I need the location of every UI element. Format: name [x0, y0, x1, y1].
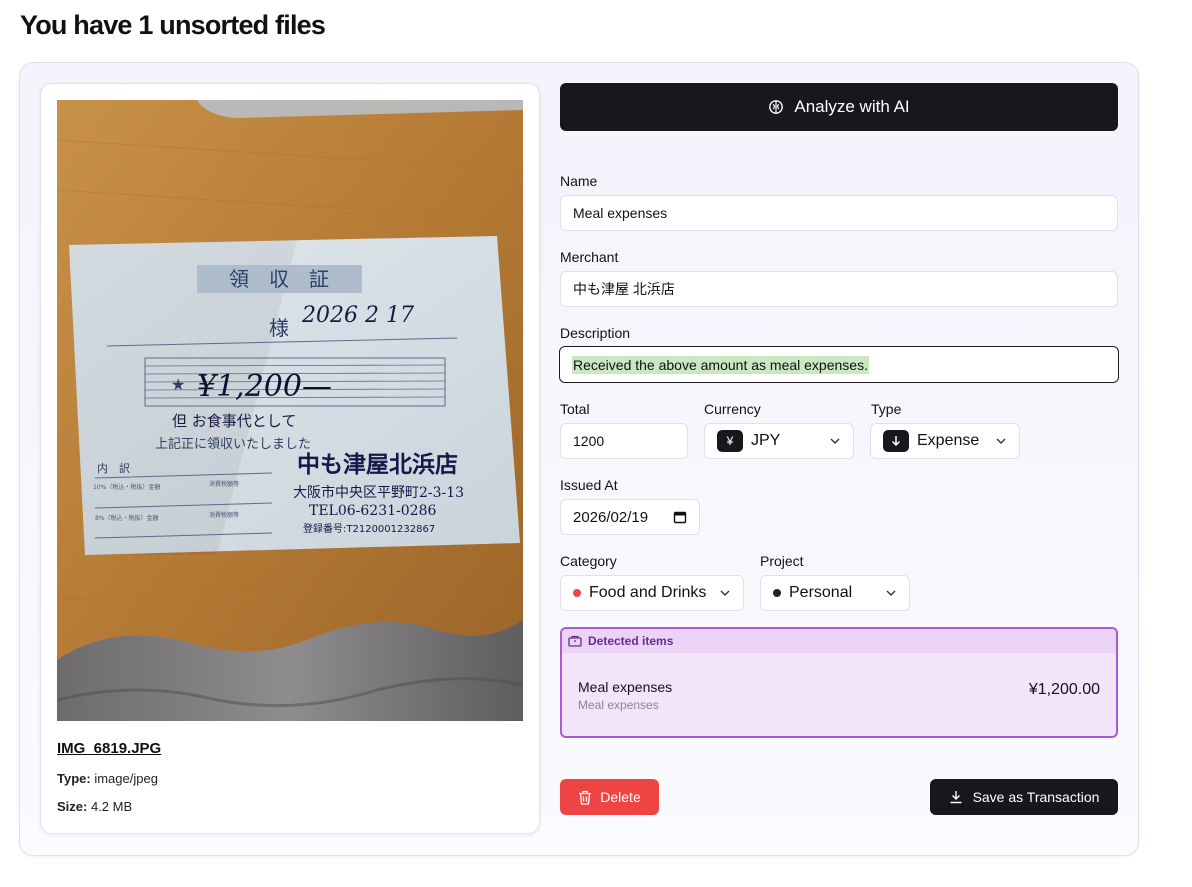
file-type: Type: image/jpeg [57, 771, 158, 786]
analyze-label: Analyze with AI [794, 97, 910, 116]
chevron-down-icon [886, 590, 896, 596]
delete-button[interactable]: Delete [560, 779, 659, 815]
issued-at-value: 2026/02/19 [573, 508, 649, 526]
category-select[interactable]: Food and Drinks [560, 575, 744, 611]
receipt-address: 大阪市中央区平野町2-3-13 [293, 484, 464, 501]
save-label: Save as Transaction [972, 789, 1100, 805]
project-label: Project [760, 553, 804, 569]
merchant-input[interactable]: 中も津屋 北浜店 [560, 271, 1118, 307]
description-input[interactable]: Received the above amount as meal expens… [559, 346, 1119, 383]
detected-items-header: Detected items [562, 629, 1116, 653]
file-type-value: image/jpeg [94, 771, 158, 786]
category-value: Food and Drinks [589, 584, 707, 601]
category-label: Category [560, 553, 617, 569]
receipt-honorific: 様 [269, 316, 289, 340]
detected-items-panel: Detected items Meal expenses Meal expens… [560, 627, 1118, 738]
file-type-label: Type: [57, 771, 91, 786]
receipt-date: 2026 2 17 [301, 303, 414, 328]
page-title: You have 1 unsorted files [20, 10, 326, 40]
project-color-dot [773, 589, 781, 597]
save-as-transaction-button[interactable]: Save as Transaction [930, 779, 1118, 815]
receipt-purpose: 但 お食事代として [172, 412, 296, 430]
receipt-tax-header-2: 消費税額等 [209, 511, 239, 519]
brain-icon [769, 100, 784, 114]
detected-item-amount: ¥1,200.00 [1028, 681, 1100, 698]
detected-item-sub: Meal expenses [578, 698, 659, 712]
package-icon [568, 635, 582, 647]
description-value: Received the above amount as meal expens… [572, 355, 869, 374]
svg-text:★: ★ [171, 375, 185, 394]
receipt-tax-header-1: 消費税額等 [209, 480, 239, 488]
receipt-title: 領 収 証 [229, 267, 329, 291]
chevron-down-icon [720, 590, 730, 596]
receipt-reg: 登録番号:T2120001232867 [303, 522, 435, 535]
total-label: Total [560, 401, 590, 417]
analyze-with-ai-button[interactable]: Analyze with AI [560, 83, 1118, 131]
currency-value: JPY [751, 432, 781, 449]
project-select[interactable]: Personal [760, 575, 910, 611]
calendar-icon[interactable] [673, 510, 687, 524]
project-value: Personal [789, 584, 853, 601]
total-input[interactable]: 1200 [560, 423, 688, 459]
receipt-photo[interactable]: 領 収 証 様 2026 2 17 ★ ¥1,200— 但 お食事代として 上記… [57, 100, 523, 721]
receipt-tel: TEL06-6231-0286 [309, 503, 436, 519]
receipt-amount: ¥1,200— [197, 369, 332, 404]
file-size: Size: 4.2 MB [57, 799, 132, 814]
category-color-dot [573, 589, 581, 597]
arrow-down-icon [883, 430, 909, 452]
delete-label: Delete [600, 789, 641, 805]
file-size-value: 4.2 MB [90, 799, 133, 814]
name-input[interactable]: Meal expenses [560, 195, 1118, 231]
issued-at-label: Issued At [560, 477, 618, 493]
currency-label: Currency [704, 401, 761, 417]
currency-select[interactable]: ¥ JPY [704, 423, 854, 459]
download-icon [950, 791, 962, 804]
receipt-breakdown: 内 訳 [97, 461, 130, 475]
detected-items-title: Detected items [588, 634, 674, 648]
detected-item-name: Meal expenses [578, 679, 673, 695]
receipt-tax8: 8%（税込・税抜）金額 [95, 514, 159, 522]
type-value: Expense [917, 432, 980, 449]
chevron-down-icon [830, 438, 840, 444]
issued-at-input[interactable]: 2026/02/19 [560, 499, 700, 535]
receipt-tax10: 10%（税込・税抜）金額 [93, 483, 160, 491]
chevron-down-icon [996, 438, 1006, 444]
receipt-shop: 中も津屋北浜店 [297, 451, 458, 478]
merchant-label: Merchant [560, 249, 619, 265]
name-label: Name [560, 173, 598, 189]
receipt-confirmation: 上記正に領収いたしました [155, 436, 311, 452]
trash-icon [579, 790, 592, 805]
file-name[interactable]: IMG_6819.JPG [57, 740, 161, 757]
yen-icon: ¥ [717, 430, 743, 452]
description-label: Description [560, 325, 631, 341]
type-label: Type [871, 401, 902, 417]
type-select[interactable]: Expense [870, 423, 1020, 459]
file-size-label: Size: [57, 799, 88, 814]
